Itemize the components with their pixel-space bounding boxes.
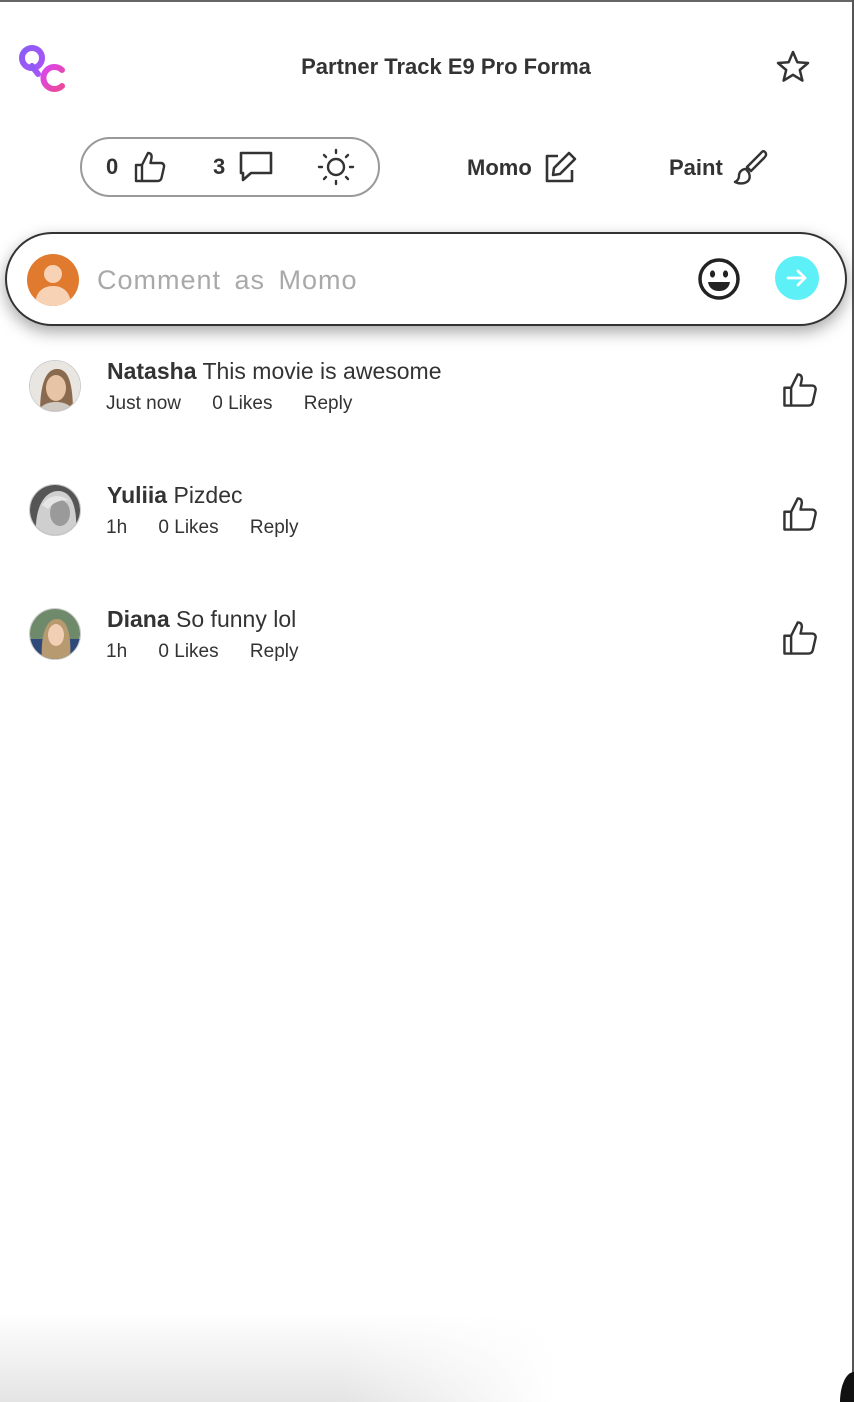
like-count: 0 [106,154,119,179]
comment-stat-button[interactable]: 3 [213,139,275,195]
memo-label: Momo [467,155,532,180]
stats-bar: 0 3 [80,137,380,197]
thumbs-up-icon [135,151,166,183]
comment-count: 3 [213,154,226,179]
paint-label: Paint [669,155,723,180]
commenter-name[interactable]: Diana [107,606,170,632]
paintbrush-icon [733,149,768,185]
comment-time: 1h [106,517,128,538]
star-icon [776,50,810,82]
user-avatar-icon [35,265,71,306]
comment-composer [5,232,847,326]
thumbs-up-icon [783,621,817,655]
bottom-shadow [0,1312,854,1402]
favorite-button[interactable] [774,48,812,86]
arrow-right-icon [786,269,807,287]
comment-text: This movie is awesome [202,358,442,384]
comment-input[interactable] [97,256,657,304]
commenter-name[interactable]: Yuliia [107,482,167,508]
comment-likes: 0 Likes [212,393,273,414]
theme-toggle-button[interactable] [316,139,356,195]
reply-button[interactable]: Reply [304,393,353,415]
comment-text: Pizdec [173,482,243,508]
comment-time: 1h [106,641,128,662]
commenter-avatar[interactable] [29,608,81,660]
comment-like-button[interactable] [780,494,820,534]
commenter-avatar[interactable] [29,484,81,536]
pencil-square-icon [545,151,577,183]
sun-icon [317,148,355,186]
memo-button[interactable]: Momo [467,146,578,190]
comment-item: Diana So funny lol 1h 0 Likes Reply [0,598,854,708]
speech-bubble-icon [239,151,273,182]
header: Partner Track E9 Pro Forma [0,0,854,130]
avatar-photo-diana [30,609,80,659]
emoji-button[interactable] [695,255,743,303]
page-title: Partner Track E9 Pro Forma [301,54,591,79]
comment-item: Yuliia Pizdec 1h 0 Likes Reply [0,474,854,584]
send-button[interactable] [775,256,819,300]
comment-like-button[interactable] [780,370,820,410]
comment-text: So funny lol [176,606,297,632]
commenter-name[interactable]: Natasha [107,358,196,384]
like-stat-button[interactable]: 0 [106,139,168,195]
comment-like-button[interactable] [780,618,820,658]
user-avatar [27,254,79,306]
reply-button[interactable]: Reply [250,517,299,539]
reply-button[interactable]: Reply [250,641,299,663]
paint-button[interactable]: Paint [669,146,769,190]
avatar-photo-natasha [30,361,80,411]
avatar-photo-yuliia [30,485,80,535]
comment-likes: 0 Likes [158,517,219,538]
comment-item: Natasha This movie is awesome Just now 0… [0,350,854,460]
smiley-icon [698,258,740,300]
thumbs-up-icon [783,373,817,407]
comment-likes: 0 Likes [158,641,219,662]
comment-time: Just now [106,393,181,414]
commenter-avatar[interactable] [29,360,81,412]
thumbs-up-icon [783,497,817,531]
